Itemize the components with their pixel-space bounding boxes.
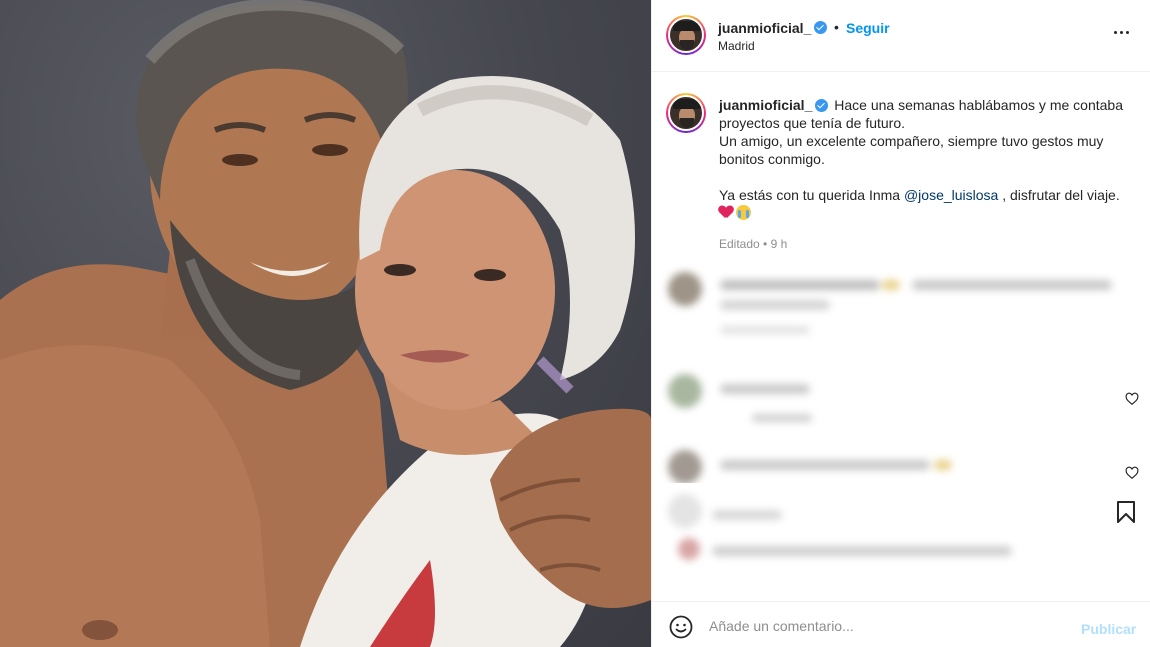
caption-username[interactable]: juanmioficial_ (719, 97, 830, 113)
emoji-picker-icon[interactable] (669, 615, 693, 639)
more-options-icon[interactable] (1110, 20, 1134, 44)
author-username[interactable]: juanmioficial_ (718, 20, 811, 36)
publish-button[interactable]: Publicar (1081, 621, 1136, 637)
author-avatar[interactable] (666, 15, 706, 55)
list-item (662, 494, 1142, 534)
follow-button[interactable]: Seguir (846, 20, 890, 36)
caption-line-3-end: , disfrutar del viaje. (998, 187, 1120, 203)
caption-line-2: Un amigo, un excelente compañero, siempr… (719, 133, 1104, 167)
list-item (662, 370, 1142, 430)
red-heart-emoji-icon (719, 206, 733, 219)
post-timestamp: Editado • 9 h (719, 237, 788, 251)
list-item (662, 538, 1142, 578)
verified-badge-icon (814, 21, 827, 34)
post-side-panel: juanmioficial_ • Seguir Madrid juanmiofi… (651, 0, 1150, 647)
post-location[interactable]: Madrid (718, 39, 755, 53)
save-bookmark-icon[interactable] (1115, 500, 1137, 524)
comment-bar: Publicar (652, 601, 1150, 647)
post-caption: juanmioficial_ Hace una semanas hablábam… (719, 96, 1139, 222)
crying-face-emoji-icon (736, 205, 751, 220)
list-item (662, 448, 1142, 483)
verified-badge-icon (815, 99, 829, 112)
like-comment-heart-icon[interactable] (1125, 466, 1139, 480)
post-actions-area (652, 486, 1150, 600)
separator-dot: • (834, 19, 839, 35)
comment-input[interactable] (709, 614, 1069, 638)
mention-link[interactable]: @jose_luislosa (904, 187, 998, 203)
caption-line-3: Ya estás con tu querida Inma (719, 187, 904, 203)
post-header: juanmioficial_ • Seguir Madrid (652, 0, 1150, 72)
post-photo (0, 0, 651, 647)
comments-list (652, 258, 1150, 483)
caption-author-avatar[interactable] (666, 93, 706, 133)
list-item (662, 268, 1142, 348)
post-image (0, 0, 651, 647)
like-comment-heart-icon[interactable] (1125, 392, 1139, 406)
